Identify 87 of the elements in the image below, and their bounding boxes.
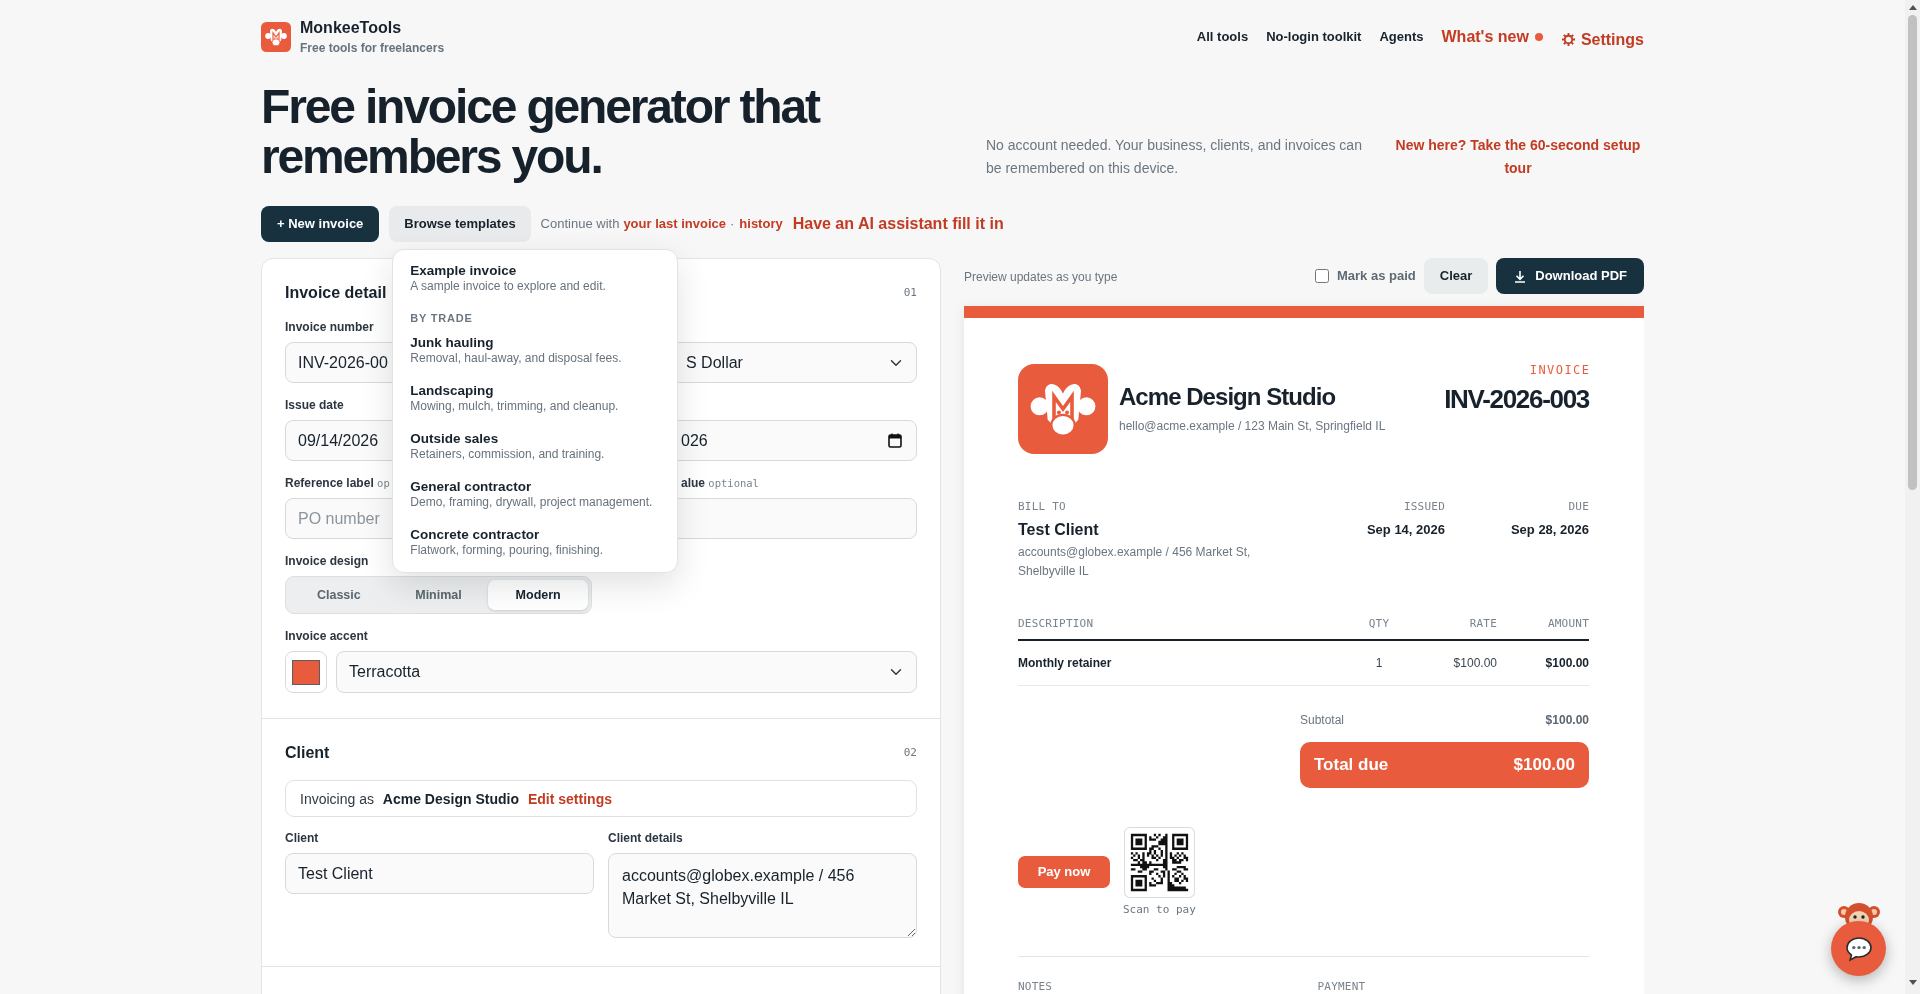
brand-tagline: Free tools for freelancers xyxy=(300,40,445,56)
setup-tour-link[interactable]: New here? Take the 60-second setup tour xyxy=(1392,134,1644,179)
update-dot-icon xyxy=(1534,33,1543,41)
table-cell: $100.00 xyxy=(1453,656,1497,670)
preview-hint: Preview updates as you type xyxy=(964,269,1118,284)
field-label: Invoice accent xyxy=(285,629,368,644)
date-label: DUE xyxy=(1568,500,1589,514)
section-number: 02 xyxy=(903,746,917,760)
edit-settings-link[interactable]: Edit settings xyxy=(527,789,612,808)
invoice-number: INV-2026-003 xyxy=(1444,383,1589,415)
nav-link[interactable]: No-login toolkit xyxy=(1266,27,1362,47)
section-title: Invoice detail xyxy=(285,283,387,303)
browse-templates-button[interactable]: Browse templates xyxy=(389,206,531,242)
client-name-field[interactable]: Test Client xyxy=(285,853,594,894)
last-invoice-link[interactable]: your last invoice xyxy=(623,214,726,234)
field-label: Client details xyxy=(608,831,683,846)
date-label: ISSUED xyxy=(1403,500,1445,514)
nav-link[interactable]: Agents xyxy=(1379,27,1424,47)
client-name: Test Client xyxy=(1018,520,1099,540)
section-title: Client xyxy=(285,743,330,763)
download-pdf-button[interactable]: Download PDF xyxy=(1496,258,1644,294)
ai-assistant-link[interactable]: Have an AI assistant fill it in xyxy=(792,212,1004,236)
subtotal-value: $100.00 xyxy=(1545,711,1589,728)
section-number: 01 xyxy=(903,286,917,300)
field-label: Client xyxy=(285,831,319,846)
field-label: Reference label op xyxy=(285,476,390,491)
qr-caption: Scan to pay xyxy=(1123,903,1196,917)
field-label: Invoice design xyxy=(285,554,369,569)
design-option[interactable]: Modern xyxy=(488,580,588,610)
subtotal-label: Subtotal xyxy=(1300,711,1345,728)
document-label: INVOICE xyxy=(1529,362,1591,378)
monkey-logo-icon xyxy=(1018,364,1108,454)
section-label: PAYMENT xyxy=(1317,980,1366,993)
scroll-down-icon[interactable] xyxy=(1908,980,1917,985)
field-label: Invoice number xyxy=(285,320,374,335)
date-value: Sep 14, 2026 xyxy=(1366,521,1445,539)
field-label: alue optional xyxy=(681,476,759,491)
column-header: QTY xyxy=(1368,617,1390,630)
mark-paid-label[interactable]: Mark as paid xyxy=(1337,266,1416,286)
speech-bubble-icon xyxy=(1844,935,1873,962)
nav-link[interactable]: What's new xyxy=(1441,27,1543,47)
bill-to-label: BILL TO xyxy=(1018,500,1066,514)
clear-button[interactable]: Clear xyxy=(1423,258,1489,294)
page-title: Free invoice generator that remembers you. xyxy=(261,82,821,182)
column-header: DESCRIPTION xyxy=(1018,617,1094,630)
menu-heading: BY TRADE xyxy=(410,311,473,325)
template-item[interactable]: Example invoice A sample invoice to explore and edit. xyxy=(399,255,672,303)
total-label: Total due xyxy=(1314,755,1389,775)
color-swatch-icon xyxy=(292,659,320,685)
design-option[interactable]: Classic xyxy=(289,580,389,610)
scrollbar-thumb[interactable] xyxy=(1908,15,1917,490)
client-details-field[interactable]: accounts@globex.example / 456 Market St, Shelbyville IL xyxy=(608,853,917,938)
history-link[interactable]: history xyxy=(739,214,783,234)
date-value: Sep 28, 2026 xyxy=(1510,521,1589,539)
business-details: hello@acme.example / 123 Main St, Springfield IL xyxy=(1119,418,1386,435)
total-value: $100.00 xyxy=(1513,755,1575,775)
design-option[interactable]: Minimal xyxy=(388,580,489,610)
separator-dot: · xyxy=(730,215,735,234)
monkey-logo-icon xyxy=(261,22,291,52)
mark-paid-checkbox[interactable] xyxy=(1315,269,1329,283)
scroll-up-icon[interactable] xyxy=(1908,5,1917,10)
business-name: Acme Design Studio xyxy=(1119,382,1336,412)
accent-color-button[interactable] xyxy=(285,651,327,693)
intro-text: No account needed. Your business, clients, and invoices can be remembered on this device. xyxy=(986,136,1363,178)
section-label: NOTES xyxy=(1018,980,1053,993)
field-label: Issue date xyxy=(285,398,344,413)
gear-icon xyxy=(1560,32,1576,47)
scrollbar[interactable] xyxy=(1905,0,1920,994)
chat-button[interactable] xyxy=(1831,921,1886,976)
download-icon xyxy=(1514,269,1527,283)
settings-link[interactable]: Settings xyxy=(1560,29,1644,50)
accent-select[interactable]: Terracotta xyxy=(336,651,917,693)
calendar-icon[interactable] xyxy=(888,433,902,448)
nav-link[interactable]: All tools xyxy=(1196,27,1249,47)
client-details: accounts@globex.example / 456 Market St, Shelbyville IL xyxy=(1018,544,1252,580)
column-header: RATE xyxy=(1469,617,1497,630)
table-cell: 1 xyxy=(1375,656,1383,670)
new-invoice-button[interactable]: + New invoice xyxy=(261,206,380,242)
invoicing-as-text: Invoicing as Acme Design Studio xyxy=(300,789,519,808)
table-cell: $100.00 xyxy=(1545,656,1589,670)
template-item[interactable]: General contractor Demo, framing, drywall, project management. xyxy=(399,471,672,519)
table-cell: Monthly retainer xyxy=(1018,656,1112,670)
qr-code-icon xyxy=(1123,827,1195,898)
brand-name: MonkeeTools xyxy=(300,18,402,38)
template-item[interactable]: Concrete contractor Flatwork, forming, pouring, finishing. xyxy=(399,519,672,567)
continue-text: Continue with xyxy=(540,215,620,234)
column-header: AMOUNT xyxy=(1547,617,1589,630)
